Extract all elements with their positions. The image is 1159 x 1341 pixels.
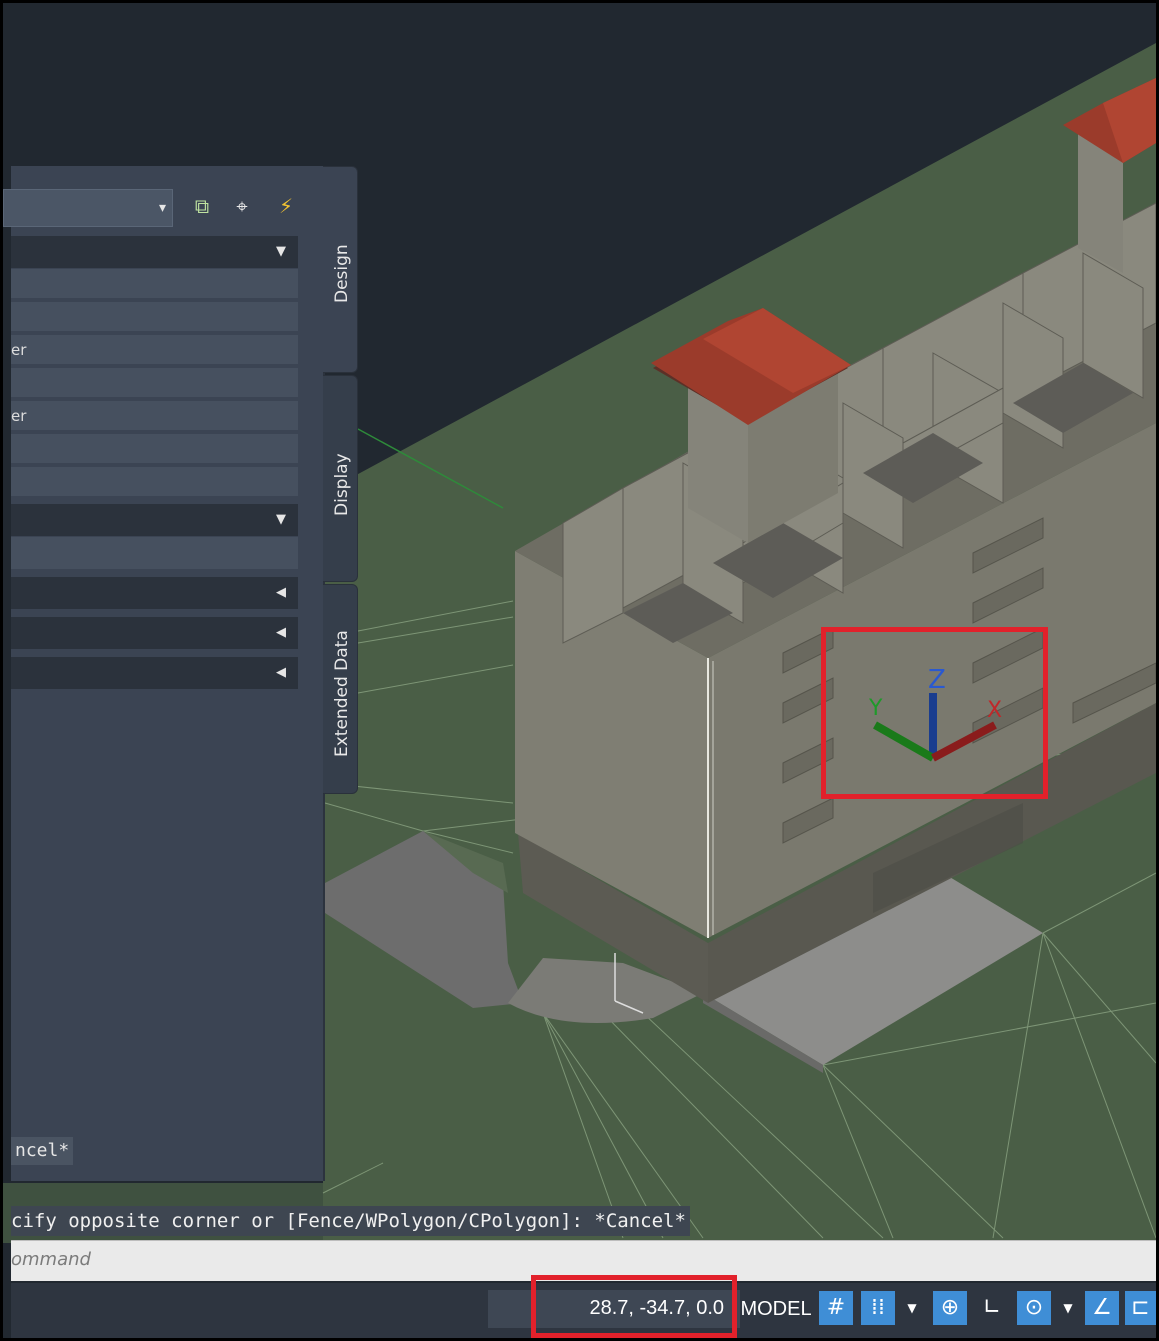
ucs-highlight-box xyxy=(821,627,1048,799)
section-general[interactable]: ▼ xyxy=(11,236,298,268)
tab-extended-data[interactable]: Extended Data xyxy=(323,584,358,794)
pick-point-icon[interactable]: ⌖ xyxy=(227,191,257,221)
property-row[interactable] xyxy=(11,434,298,465)
ortho-icon[interactable]: ∟ xyxy=(975,1291,1009,1325)
command-history-line: cify opposite corner or [Fence/WPolygon/… xyxy=(11,1206,690,1236)
tab-design-label: Design xyxy=(332,244,352,303)
coordinates-highlight-box xyxy=(531,1275,737,1338)
property-row[interactable]: er xyxy=(11,401,298,432)
snap-icon[interactable]: ⁞⁞ xyxy=(861,1291,895,1325)
object-snap-tracking-icon[interactable]: ⊏ xyxy=(1125,1291,1156,1325)
polar-tracking-icon[interactable]: ⊙ xyxy=(1017,1291,1051,1325)
drawing-viewport[interactable]: Z Y X ▾ ⧉ ⌖ ⚡ ▼ er er ▼ ◀ ◀ ◀ Design Dis… xyxy=(3,3,1156,1338)
add-to-selection-icon[interactable]: ⧉ xyxy=(187,191,217,221)
dropdown-icon[interactable]: ▼ xyxy=(1060,1291,1076,1325)
section-collapsed-3[interactable]: ◀ xyxy=(11,657,298,689)
autocad-window: Z Y X ▾ ⧉ ⌖ ⚡ ▼ er er ▼ ◀ ◀ ◀ Design Dis… xyxy=(0,0,1159,1341)
dropdown-icon[interactable]: ▼ xyxy=(904,1291,920,1325)
model-space-button[interactable]: MODEL xyxy=(738,1290,814,1328)
property-row[interactable] xyxy=(11,368,298,399)
tab-display-label: Display xyxy=(332,453,352,516)
chevron-left-icon[interactable]: ◀ xyxy=(276,665,286,680)
property-row[interactable]: er xyxy=(11,335,298,366)
property-row[interactable] xyxy=(11,467,298,498)
property-row[interactable] xyxy=(11,269,298,300)
chevron-down-icon[interactable]: ▼ xyxy=(276,512,286,527)
property-label: er xyxy=(11,407,27,425)
command-history-chip: ncel* xyxy=(11,1137,74,1165)
quick-select-icon[interactable]: ⚡ xyxy=(271,191,301,221)
command-line-placeholder: ommand xyxy=(11,1249,91,1270)
grid-icon[interactable]: # xyxy=(819,1291,853,1325)
chevron-left-icon[interactable]: ◀ xyxy=(276,625,286,640)
tab-design[interactable]: Design xyxy=(323,166,358,373)
chevron-left-icon[interactable]: ◀ xyxy=(276,585,286,600)
chevron-down-icon[interactable]: ▾ xyxy=(159,200,166,216)
section-dimensions[interactable]: ▼ xyxy=(11,504,298,536)
tab-display[interactable]: Display xyxy=(323,375,358,582)
isodraft-icon[interactable]: ∠ xyxy=(1085,1291,1119,1325)
section-collapsed-1[interactable]: ◀ xyxy=(11,577,298,609)
tab-extended-data-label: Extended Data xyxy=(332,630,352,757)
property-row[interactable] xyxy=(11,302,298,333)
property-row[interactable] xyxy=(11,537,298,571)
property-label: er xyxy=(11,341,27,359)
section-collapsed-2[interactable]: ◀ xyxy=(11,617,298,649)
infer-constraints-icon[interactable]: ⊕ xyxy=(933,1291,967,1325)
object-type-combo[interactable]: ▾ xyxy=(3,189,173,227)
chevron-down-icon[interactable]: ▼ xyxy=(276,244,286,259)
